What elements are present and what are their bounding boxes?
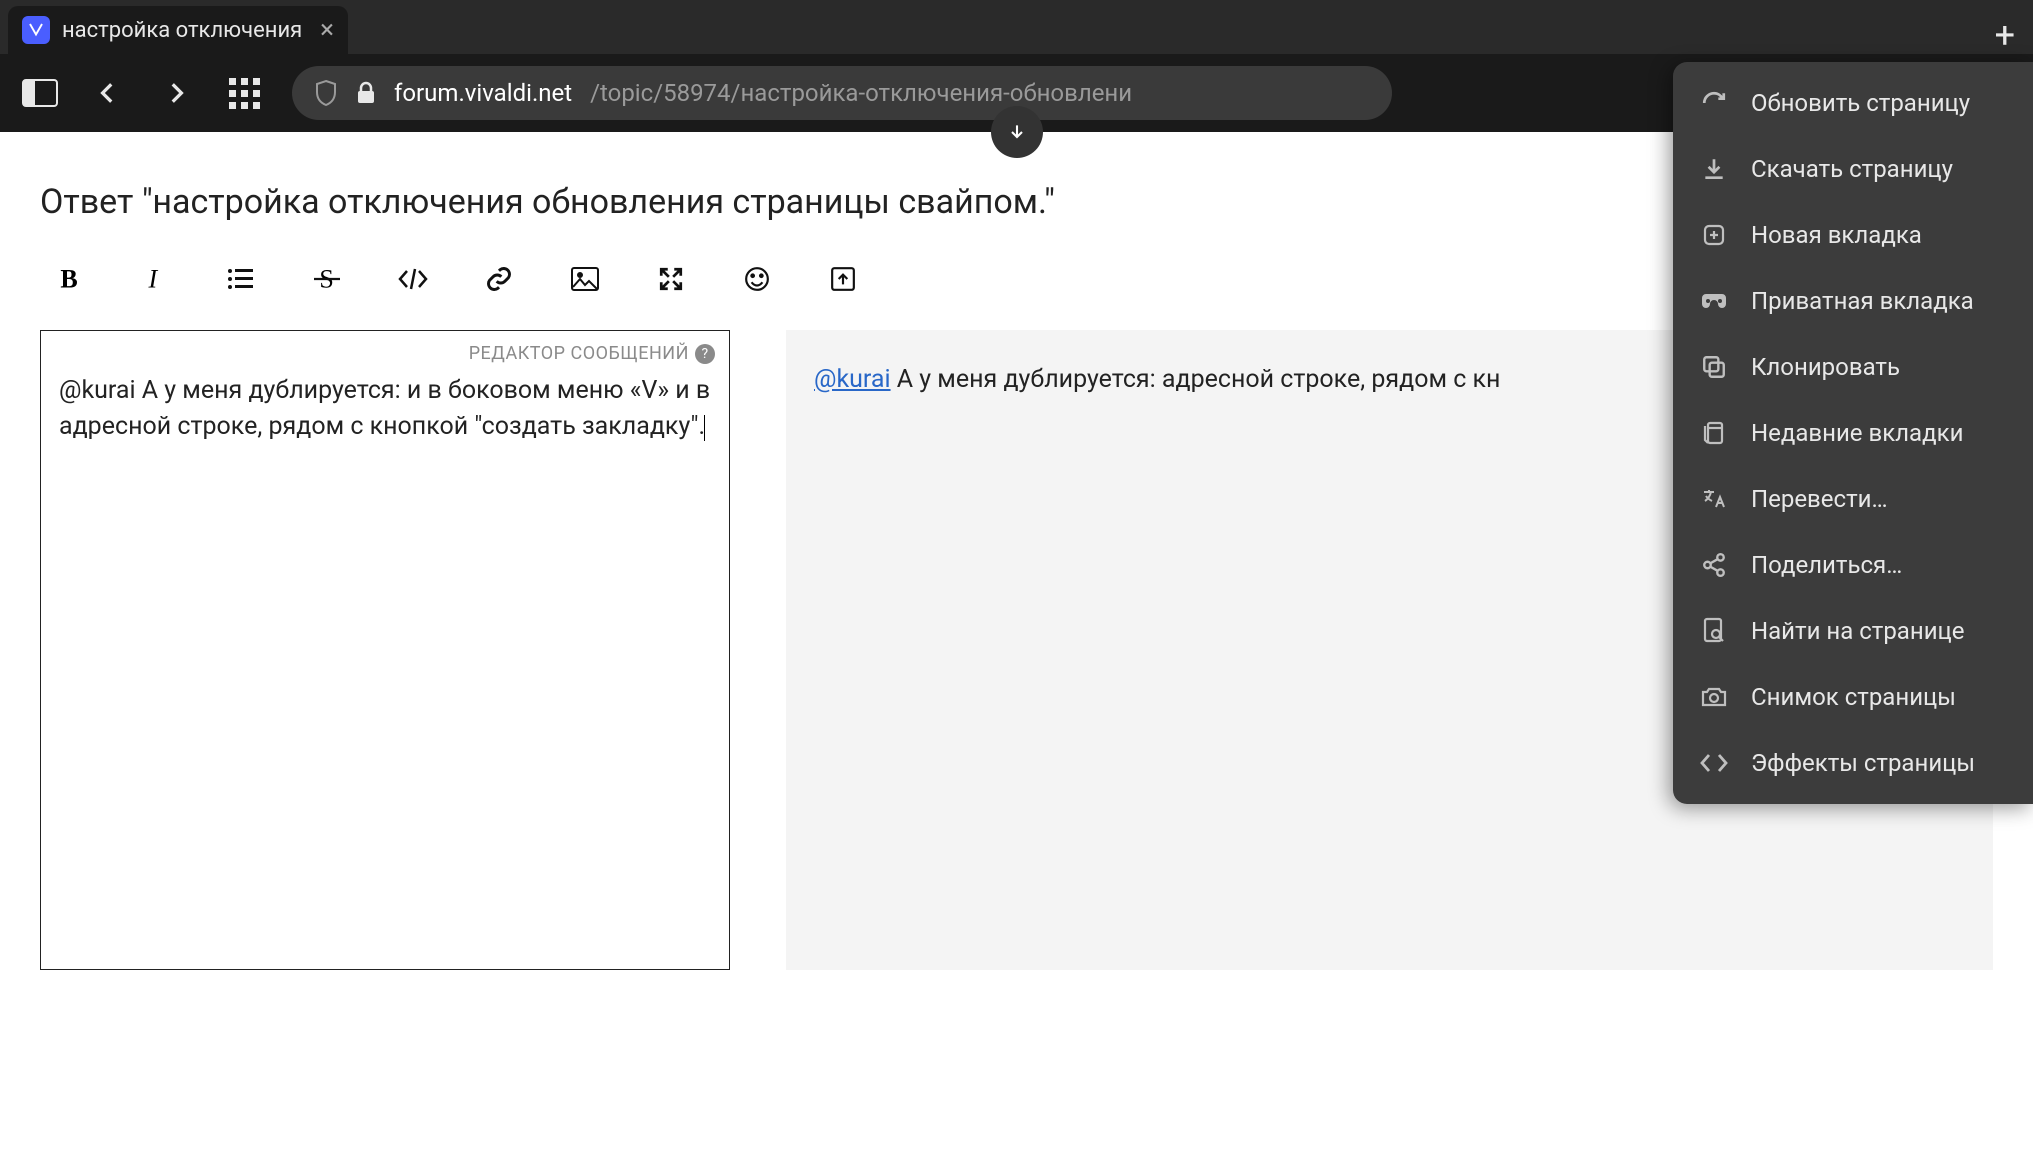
download-icon	[1699, 154, 1729, 184]
code-button[interactable]	[394, 260, 432, 298]
editor-content: @kurai А у меня дублируется: и в боковом…	[59, 373, 711, 446]
preview-text: А у меня дублируется: адресной строке, р…	[891, 365, 1501, 394]
recent-icon	[1699, 418, 1729, 448]
strike-button[interactable]: S	[308, 260, 346, 298]
address-bar[interactable]: forum.vivaldi.net/topic/58974/настройка-…	[292, 66, 1392, 120]
forward-button[interactable]	[156, 73, 196, 113]
help-icon[interactable]: ?	[695, 344, 715, 364]
url-host: forum.vivaldi.net	[394, 79, 572, 107]
shield-icon	[314, 79, 338, 107]
list-button[interactable]	[222, 260, 260, 298]
image-button[interactable]	[566, 260, 604, 298]
emoji-button[interactable]	[738, 260, 776, 298]
apps-button[interactable]	[224, 73, 264, 113]
context-menu: Обновить страницу Скачать страницу Новая в…	[1673, 62, 2033, 804]
italic-button[interactable]: I	[136, 260, 174, 298]
editor-label: РЕДАКТОР СООБЩЕНИЙ?	[469, 341, 715, 367]
scroll-down-button[interactable]	[991, 106, 1043, 158]
lock-icon	[356, 81, 376, 105]
editor-textarea[interactable]: РЕДАКТОР СООБЩЕНИЙ? @kurai А у меня дубл…	[40, 330, 730, 970]
tab-bar: настройка отключения обн × +	[0, 0, 2033, 54]
menu-item-effects[interactable]: Эффекты страницы	[1673, 730, 2033, 796]
menu-item-label: Перевести…	[1751, 485, 1888, 513]
fullscreen-button[interactable]	[652, 260, 690, 298]
url-path: /topic/58974/настройка-отключения-обновл…	[590, 79, 1132, 107]
menu-item-label: Эффекты страницы	[1751, 749, 1975, 777]
menu-item-share[interactable]: Поделиться…	[1673, 532, 2033, 598]
browser-tab[interactable]: настройка отключения обн ×	[8, 6, 348, 54]
menu-item-newtab[interactable]: Новая вкладка	[1673, 202, 2033, 268]
share-icon	[1699, 550, 1729, 580]
tab-title: настройка отключения обн	[62, 18, 308, 43]
back-button[interactable]	[88, 73, 128, 113]
svg-text:B: B	[60, 266, 77, 292]
menu-item-label: Обновить страницу	[1751, 89, 1970, 117]
link-button[interactable]	[480, 260, 518, 298]
menu-item-recent[interactable]: Недавние вкладки	[1673, 400, 2033, 466]
find-icon	[1699, 616, 1729, 646]
vivaldi-favicon	[22, 16, 50, 44]
new-tab-button[interactable]: +	[1995, 14, 2015, 56]
menu-item-label: Скачать страницу	[1751, 155, 1953, 183]
menu-item-label: Поделиться…	[1751, 551, 1902, 579]
reload-icon	[1699, 88, 1729, 118]
menu-item-label: Клонировать	[1751, 353, 1900, 381]
snapshot-icon	[1699, 682, 1729, 712]
menu-item-reload[interactable]: Обновить страницу	[1673, 70, 2033, 136]
newtab-icon	[1699, 220, 1729, 250]
mention-link[interactable]: @kurai	[814, 365, 891, 394]
menu-item-snapshot[interactable]: Снимок страницы	[1673, 664, 2033, 730]
private-icon	[1699, 286, 1729, 316]
menu-item-translate[interactable]: Перевести…	[1673, 466, 2033, 532]
menu-item-label: Новая вкладка	[1751, 221, 1922, 249]
panel-toggle-button[interactable]	[20, 73, 60, 113]
menu-item-label: Приватная вкладка	[1751, 287, 1974, 315]
upload-button[interactable]	[824, 260, 862, 298]
menu-item-label: Снимок страницы	[1751, 683, 1956, 711]
menu-item-find[interactable]: Найти на странице	[1673, 598, 2033, 664]
menu-item-label: Недавние вкладки	[1751, 419, 1963, 447]
translate-icon	[1699, 484, 1729, 514]
menu-item-clone[interactable]: Клонировать	[1673, 334, 2033, 400]
clone-icon	[1699, 352, 1729, 382]
menu-item-private[interactable]: Приватная вкладка	[1673, 268, 2033, 334]
bold-button[interactable]: B	[50, 260, 88, 298]
menu-item-download[interactable]: Скачать страницу	[1673, 136, 2033, 202]
menu-item-label: Найти на странице	[1751, 617, 1965, 645]
tab-close-button[interactable]: ×	[320, 15, 334, 45]
svg-text:I: I	[148, 266, 159, 292]
effects-icon	[1699, 748, 1729, 778]
